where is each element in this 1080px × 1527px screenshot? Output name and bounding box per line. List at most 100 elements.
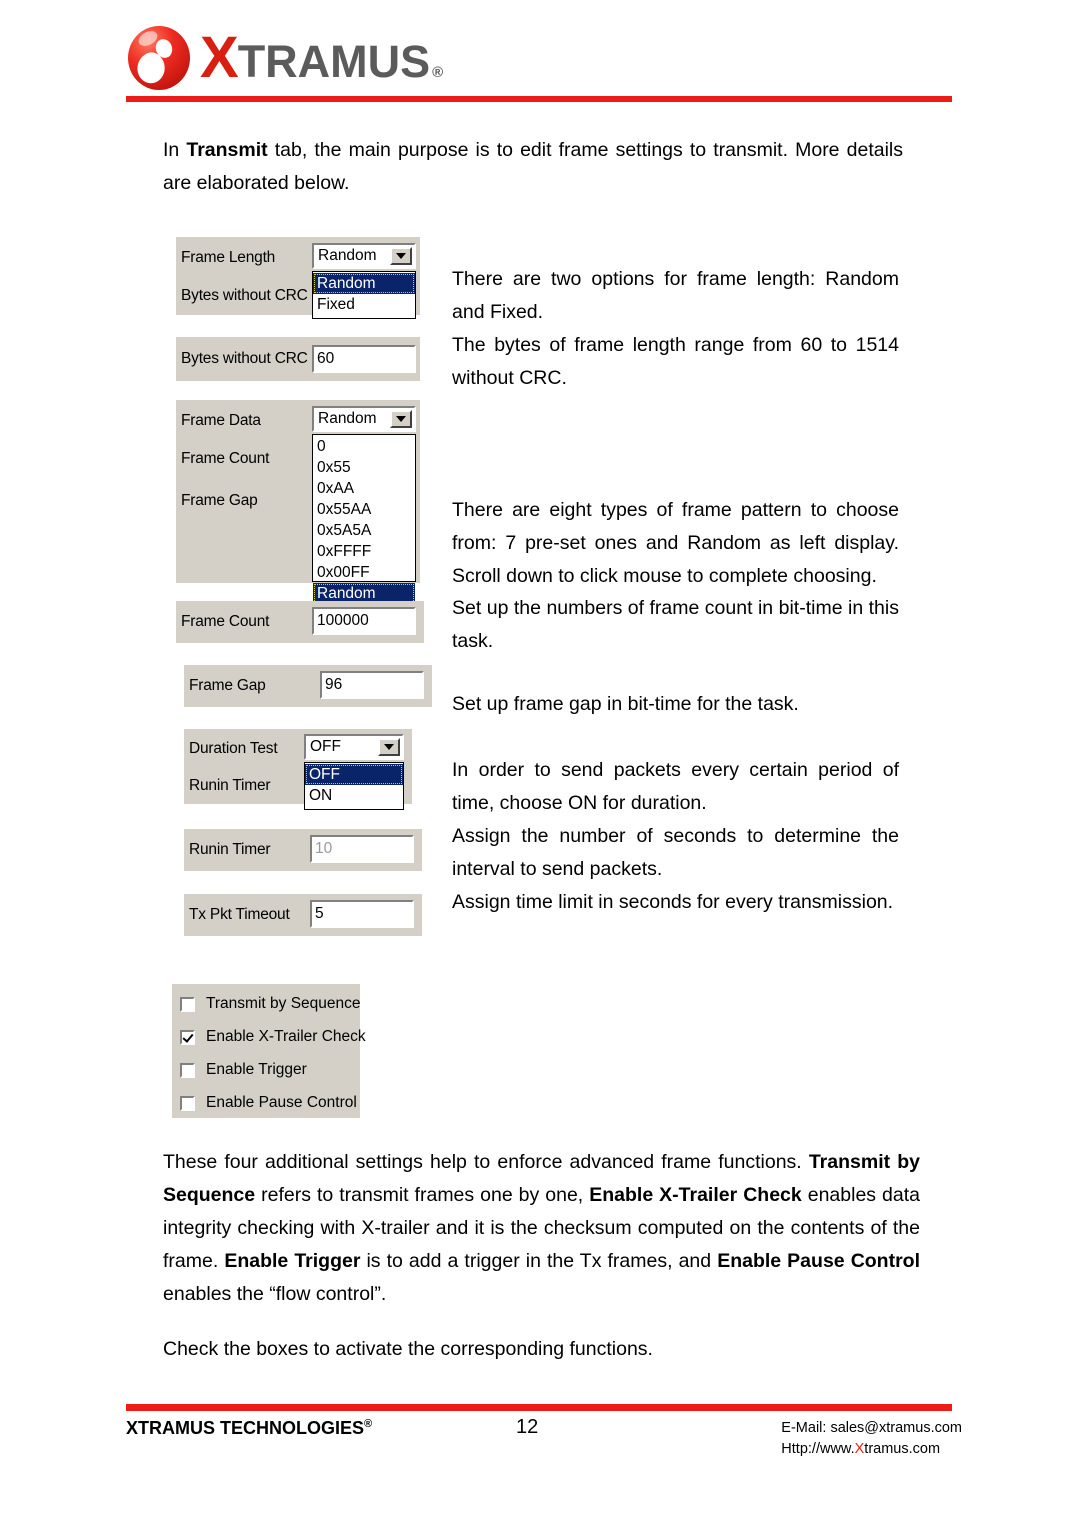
intro-paragraph: In Transmit tab, the main purpose is to …: [163, 134, 903, 200]
closing-line: Check the boxes to activate the correspo…: [163, 1338, 653, 1360]
xtramus-emblem-icon: [126, 25, 192, 91]
runin-timer-input[interactable]: 10: [310, 835, 414, 863]
checkbox-row-transmit-by-sequence[interactable]: Transmit by Sequence: [180, 995, 361, 1013]
logo-letter-x: X: [200, 25, 239, 90]
frame-length-label: Frame Length: [181, 249, 276, 266]
frame-data-option-0x00ff[interactable]: 0x00FF: [313, 562, 415, 583]
footer-divider: [126, 1404, 952, 1411]
enable-trigger-checkbox[interactable]: [180, 1062, 195, 1078]
logo-letters-tramus: TRAMUS: [237, 36, 431, 87]
logo-registered-mark: ®: [432, 64, 443, 81]
frame-gap-panel: Frame Gap 96: [184, 665, 432, 707]
note-tx-pkt-timeout: Assign time limit in seconds for every t…: [452, 891, 894, 913]
footer-url-prefix: Http://www.: [781, 1441, 855, 1457]
bottom-text-4: is to add a trigger in the Tx frames, an…: [360, 1250, 718, 1272]
duration-test-panel: Duration Test Runin Timer OFF OFF ON: [184, 729, 412, 810]
runin-timer-label: Runin Timer: [189, 841, 271, 858]
bottom-paragraph: These four additional settings help to e…: [163, 1146, 920, 1311]
header-divider: [126, 96, 952, 102]
frame-data-option-0x55aa[interactable]: 0x55AA: [313, 499, 415, 520]
frame-length-combobox[interactable]: Random: [312, 243, 416, 269]
page-header: X TRAMUS ®: [0, 0, 1080, 112]
bottom-bold-enable-pause-control: Enable Pause Control: [717, 1250, 921, 1272]
tx-pkt-timeout-label: Tx Pkt Timeout: [189, 906, 290, 923]
bottom-bold-enable-x-trailer-check: Enable X-Trailer Check: [589, 1184, 802, 1206]
frame-data-option-list[interactable]: 0 0x55 0xAA 0x55AA 0x5A5A 0xFFFF 0x00FF …: [312, 434, 416, 604]
frame-count-panel: Frame Count 100000: [176, 601, 424, 643]
intro-text-post: tab, the main purpose is to edit frame s…: [163, 139, 904, 194]
footer-url-letter-x: X: [854, 1441, 865, 1457]
logo-wordmark: X TRAMUS ®: [200, 25, 443, 90]
frame-data-combobox[interactable]: Random: [312, 406, 416, 432]
chevron-down-icon: [384, 744, 394, 750]
duration-test-dropdown-button[interactable]: [378, 738, 400, 756]
duration-test-selected-value: OFF: [310, 738, 341, 755]
enable-pause-control-label: Enable Pause Control: [206, 1094, 357, 1111]
frame-data-option-0x55[interactable]: 0x55: [313, 457, 415, 478]
note-frame-data: There are eight types of frame pattern t…: [452, 499, 899, 587]
duration-test-label: Duration Test: [189, 740, 278, 757]
note-duration-test: In order to send packets every certain p…: [452, 759, 899, 814]
enable-pause-control-checkbox[interactable]: [180, 1095, 195, 1111]
duration-test-panel-runin-label: Runin Timer: [189, 777, 271, 794]
bottom-text-1: These four additional settings help to e…: [163, 1151, 809, 1173]
transmit-by-sequence-checkbox[interactable]: [180, 996, 195, 1012]
footer-company-text: XTRAMUS TECHNOLOGIES: [126, 1418, 365, 1438]
note-frame-length: There are two options for frame length: …: [452, 268, 899, 323]
footer-registered-mark: ®: [364, 1418, 373, 1430]
duration-test-combobox[interactable]: OFF: [304, 734, 404, 760]
note-frame-gap: Set up frame gap in bit-time for the tas…: [452, 693, 799, 715]
frame-data-option-0xaa[interactable]: 0xAA: [313, 478, 415, 499]
frame-count-input[interactable]: 100000: [312, 607, 416, 635]
frame-data-selected-value: Random: [318, 410, 377, 427]
bytes-without-crc-value: 60: [317, 350, 335, 367]
frame-length-dropdown-button[interactable]: [390, 247, 412, 265]
frame-data-option-0xffff[interactable]: 0xFFFF: [313, 541, 415, 562]
bottom-bold-enable-trigger: Enable Trigger: [224, 1250, 361, 1272]
frame-length-option-fixed[interactable]: Fixed: [313, 294, 415, 315]
frame-data-label: Frame Data: [181, 412, 261, 429]
bytes-without-crc-label: Bytes without CRC: [181, 350, 308, 367]
bottom-text-5: enables the “flow control”.: [163, 1283, 387, 1305]
footer-email[interactable]: E-Mail: sales@xtramus.com: [781, 1418, 962, 1439]
note-frame-count: Set up the numbers of frame count in bit…: [452, 597, 899, 652]
frame-length-selected-value: Random: [318, 247, 377, 264]
frame-data-option-0x5a5a[interactable]: 0x5A5A: [313, 520, 415, 541]
bytes-without-crc-panel: Bytes without CRC 60: [176, 337, 420, 381]
checkbox-row-enable-pause-control[interactable]: Enable Pause Control: [180, 1094, 357, 1112]
footer-contact-block: E-Mail: sales@xtramus.com Http://www.Xtr…: [781, 1418, 962, 1460]
enable-x-trailer-check-checkbox[interactable]: [180, 1029, 195, 1045]
duration-test-option-on[interactable]: ON: [305, 785, 403, 806]
bottom-text-2: refers to transmit frames one by one,: [255, 1184, 590, 1206]
frame-length-option-list[interactable]: Random Fixed: [312, 271, 416, 319]
frame-length-panel: Frame Length Bytes without CRC Random Ra…: [176, 237, 420, 319]
note-runin-timer: Assign the number of seconds to determin…: [452, 825, 899, 880]
footer-company-name: XTRAMUS TECHNOLOGIES®: [126, 1418, 372, 1439]
frame-data-option-0[interactable]: 0: [313, 436, 415, 457]
runin-timer-panel: Runin Timer 10: [184, 829, 422, 871]
frame-gap-value: 96: [325, 676, 343, 693]
tx-pkt-timeout-input[interactable]: 5: [310, 900, 414, 928]
frame-data-panel-frame-gap-label: Frame Gap: [181, 492, 258, 509]
checkbox-row-enable-trigger[interactable]: Enable Trigger: [180, 1061, 307, 1079]
enable-trigger-label: Enable Trigger: [206, 1061, 307, 1078]
bytes-without-crc-input[interactable]: 60: [312, 345, 416, 373]
xtramus-logo: X TRAMUS ®: [126, 24, 443, 92]
frame-count-value: 100000: [317, 612, 369, 629]
frame-gap-input[interactable]: 96: [320, 671, 424, 699]
tx-pkt-timeout-value: 5: [315, 905, 324, 922]
tx-pkt-timeout-panel: Tx Pkt Timeout 5: [184, 894, 422, 936]
frame-data-panel: Frame Data Frame Count Frame Gap Random …: [176, 400, 420, 604]
footer-website[interactable]: Http://www.Xtramus.com: [781, 1439, 962, 1460]
duration-test-option-list[interactable]: OFF ON: [304, 762, 404, 810]
footer-url-suffix: tramus.com: [864, 1441, 941, 1457]
transmit-by-sequence-label: Transmit by Sequence: [206, 995, 361, 1012]
duration-test-option-off[interactable]: OFF: [305, 764, 403, 785]
frame-data-dropdown-button[interactable]: [390, 410, 412, 428]
frame-gap-label: Frame Gap: [189, 677, 266, 694]
frame-length-option-random[interactable]: Random: [313, 273, 415, 294]
runin-timer-value: 10: [315, 840, 333, 857]
enable-x-trailer-check-label: Enable X-Trailer Check: [206, 1028, 366, 1045]
checkbox-row-enable-x-trailer-check[interactable]: Enable X-Trailer Check: [180, 1028, 366, 1046]
frame-data-panel-frame-count-label: Frame Count: [181, 450, 270, 467]
